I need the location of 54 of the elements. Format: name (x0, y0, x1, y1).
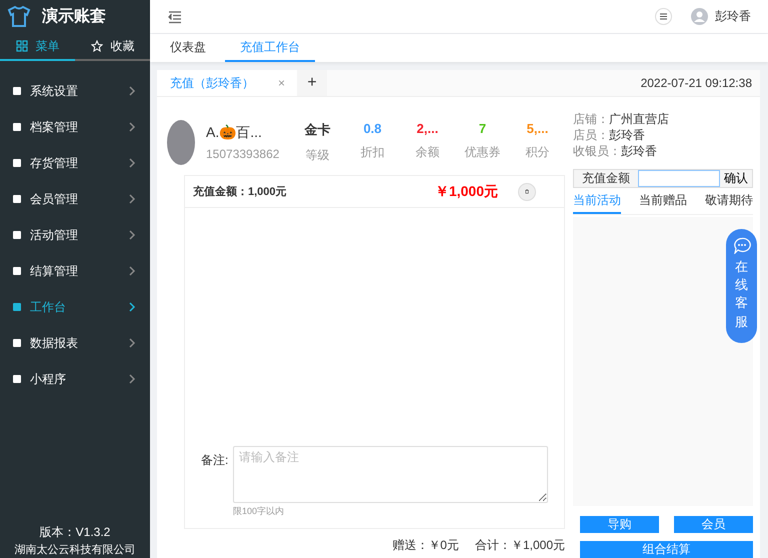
side-tab[interactable]: 敬请期待 (705, 188, 753, 214)
remark-field[interactable]: 请输入备注 (233, 446, 548, 503)
menu-item[interactable]: 数据报表 (0, 325, 150, 361)
stat-value: 金卡 (304, 120, 332, 138)
menu-item[interactable]: 小程序 (0, 361, 150, 397)
app-title: 演示账套 (42, 6, 106, 27)
user-avatar-icon (691, 8, 708, 25)
recharge-item: 充值金额：1,000元 (193, 184, 288, 199)
menu-item[interactable]: 档案管理 (0, 109, 150, 145)
menu-item[interactable]: 会员管理 (0, 181, 150, 217)
menu-item[interactable]: 工作台 (0, 289, 150, 325)
amount-label: 充值金额 (574, 170, 638, 187)
stat-value: 2,... (416, 120, 440, 136)
stat-label: 等级 (304, 146, 330, 164)
user-name: 彭玲香 (715, 8, 751, 25)
stat-value: 0.8 (362, 120, 383, 136)
company-name: 湖南太公云科技有限公司 (14, 543, 136, 558)
member-phone: 15073393862 (206, 146, 278, 160)
shirt-logo-icon (6, 4, 32, 28)
stat-label: 余额 (414, 144, 440, 160)
online-service-button[interactable]: 在线客服 (726, 229, 757, 343)
menu-item[interactable]: 活动管理 (0, 217, 150, 253)
stat-label: 折扣 (360, 144, 386, 160)
menu-item[interactable]: 结算管理 (0, 253, 150, 289)
info-line: 店员：彭玲香 (573, 127, 646, 143)
total-text: 合计：￥1,000元 (474, 537, 565, 554)
grid-icon (16, 40, 28, 52)
recharge-price: ￥1,000元 (434, 182, 498, 200)
menu-item[interactable]: 存货管理 (0, 145, 150, 181)
stat-value: 7 (478, 120, 488, 136)
add-tab-button[interactable]: + (297, 70, 328, 96)
confirm-button[interactable]: 确认 (720, 170, 752, 187)
info-line: 店铺：广州直营店 (573, 111, 670, 127)
menu-item[interactable]: 系统设置 (0, 73, 150, 109)
amount-field[interactable] (638, 170, 720, 187)
remark-label: 备注: (201, 452, 229, 469)
member-name: A.🎃百... (206, 124, 263, 142)
nav-tab[interactable]: 仪表盘 (170, 34, 206, 62)
star-icon (90, 40, 102, 52)
total-text: 赠送：￥0元 (392, 537, 459, 554)
info-line: 收银员：彭玲香 (573, 143, 658, 159)
stat-label: 优惠券 (464, 144, 502, 160)
version-text: 版本：V1.3.2 (38, 524, 112, 541)
stat-label: 积分 (524, 144, 550, 160)
datetime: 2022-07-21 09:12:38 (640, 76, 753, 90)
delete-button[interactable] (518, 182, 536, 200)
stat-value: 5,... (526, 120, 550, 136)
sidebar-tab[interactable]: 收藏 (75, 33, 150, 61)
avatar-photo-placeholder (167, 120, 195, 164)
remark-hint: 限100字以内 (233, 505, 286, 518)
chat-icon (732, 237, 750, 254)
side-tab[interactable]: 当前赠品 (639, 188, 687, 214)
menu-fold-icon (168, 10, 182, 24)
sidebar-tab[interactable]: 菜单 (0, 33, 75, 61)
